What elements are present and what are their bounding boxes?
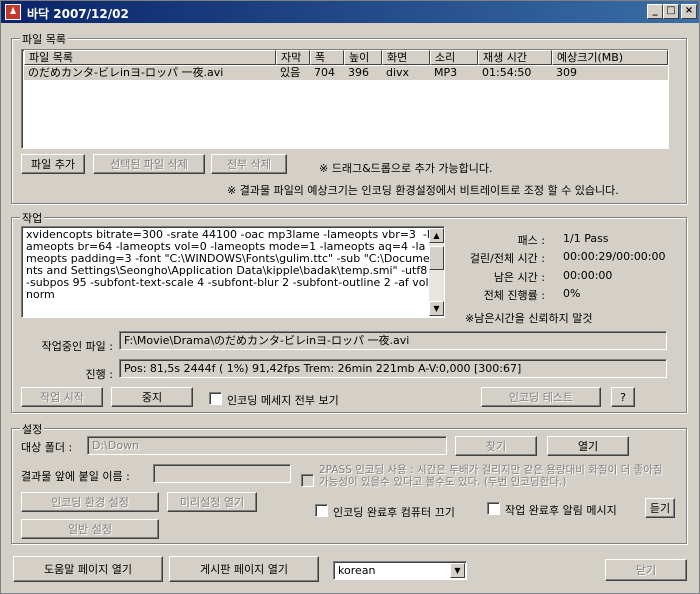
- cell-est-size: 309: [556, 66, 577, 79]
- delete-selected-button[interactable]: 선택된 파일 삭제: [93, 154, 205, 174]
- column-header-width[interactable]: 폭: [310, 50, 344, 65]
- log-scrollbar[interactable]: ▲ ▼: [429, 228, 444, 316]
- cell-width: 704: [314, 66, 335, 79]
- status-field: Pos: 81,5s 2444f ( 1%) 91,42fps Trem: 26…: [119, 359, 667, 378]
- encoding-log-text: xvidencopts bitrate=300 -srate 44100 -oa…: [26, 228, 430, 301]
- prefix-label: 결과물 앞에 붙일 이름 :: [21, 470, 130, 483]
- window-title: 바닥 2007/12/02: [27, 7, 129, 21]
- main-window: ♟ 바닥 2007/12/02 _ □ × 파일 목록 파일 목록 자막 폭 높…: [0, 0, 700, 594]
- cell-video: divx: [386, 66, 410, 79]
- pass-label: 패스 :: [517, 234, 545, 247]
- encoding-log[interactable]: xvidencopts bitrate=300 -srate 44100 -oa…: [21, 226, 445, 318]
- close-window-button[interactable]: ×: [681, 4, 697, 19]
- target-folder-input[interactable]: D:\Down: [87, 436, 447, 455]
- start-job-button[interactable]: 작업 시작: [21, 387, 103, 407]
- remaining-note: ※남은시간을 신뢰하지 말것: [465, 312, 593, 325]
- elapsed-label: 걸린/전체 시간 :: [469, 252, 545, 265]
- pass-value: 1/1 Pass: [563, 232, 609, 245]
- twopass-checkbox[interactable]: [301, 474, 314, 487]
- help-page-button[interactable]: 도움말 페이지 열기: [13, 556, 163, 582]
- close-button[interactable]: 닫기: [605, 559, 687, 581]
- open-folder-button[interactable]: 열기: [547, 436, 629, 456]
- cell-duration: 01:54:50: [482, 66, 532, 79]
- column-header-filename[interactable]: 파일 목록: [24, 50, 276, 65]
- stop-button[interactable]: 중지: [111, 387, 193, 407]
- status-label: 진행 :: [85, 368, 113, 381]
- file-list-view[interactable]: 파일 목록 자막 폭 높이 화면 소리 재생 시간 예상크기(MB) のだめカン…: [21, 49, 669, 149]
- drag-drop-hint: ※ 드래그&드롭으로 추가 가능합니다.: [319, 162, 493, 175]
- chevron-down-icon[interactable]: ▼: [450, 563, 465, 578]
- show-all-messages-checkbox[interactable]: [209, 392, 222, 405]
- scroll-thumb[interactable]: [429, 246, 444, 270]
- cell-height: 396: [348, 66, 369, 79]
- cell-subtitle: 있음: [280, 66, 301, 79]
- total-progress-label: 전체 진행률 :: [483, 289, 545, 302]
- column-header-subtitle[interactable]: 자막: [276, 50, 310, 65]
- column-header-height[interactable]: 높이: [344, 50, 382, 65]
- notify-after-checkbox[interactable]: [487, 502, 500, 515]
- remaining-label: 남은 시간 :: [493, 271, 545, 284]
- scroll-up-icon[interactable]: ▲: [429, 228, 444, 243]
- app-icon[interactable]: ♟: [5, 4, 21, 20]
- current-file-label: 작업중인 파일 :: [41, 340, 113, 353]
- total-progress-value: 0%: [563, 287, 581, 300]
- show-all-messages-label: 인코딩 메세지 전부 보기: [227, 394, 339, 407]
- job-legend: 작업: [20, 210, 45, 226]
- column-header-audio[interactable]: 소리: [430, 50, 478, 65]
- target-folder-value: D:\Down: [92, 439, 140, 452]
- find-folder-button[interactable]: 찾기: [455, 436, 537, 456]
- encoding-settings-button[interactable]: 인코딩 환경 설정: [21, 492, 159, 512]
- column-header-est-size[interactable]: 예상크기(MB): [552, 50, 668, 65]
- encoding-test-button[interactable]: 인코딩 테스트: [481, 387, 601, 407]
- notify-after-label: 작업 완료후 알림 메시지: [505, 504, 617, 517]
- elapsed-value: 00:00:29/00:00:00: [563, 250, 666, 263]
- scroll-down-icon[interactable]: ▼: [429, 301, 444, 316]
- file-list-legend: 파일 목록: [20, 31, 68, 47]
- prefix-input[interactable]: [153, 464, 291, 483]
- column-header-video[interactable]: 화면: [382, 50, 430, 65]
- title-bar[interactable]: ♟ 바닥 2007/12/02 _ □ ×: [1, 1, 699, 23]
- general-settings-button[interactable]: 일반 설정: [21, 519, 159, 539]
- language-select[interactable]: korean ▼: [333, 561, 467, 580]
- twopass-label: 2PASS 인코딩 사용 : 시간은 두배가 걸리지만 같은 용량대비 화질이 …: [319, 464, 663, 488]
- board-page-button[interactable]: 게시판 페이지 열기: [169, 556, 319, 582]
- help-question-button[interactable]: ?: [611, 387, 635, 407]
- target-folder-label: 대상 폴더 :: [21, 441, 73, 454]
- shutdown-after-label: 인코딩 완료후 컴퓨터 끄기: [333, 506, 455, 519]
- current-file-field: F:\Movie\Drama\のだめカンタ-ビレinヨ-ロッパ 一夜.avi: [119, 331, 667, 350]
- remaining-value: 00:00:00: [563, 269, 613, 282]
- settings-legend: 설정: [20, 421, 45, 437]
- cell-audio: MP3: [434, 66, 458, 79]
- add-file-button[interactable]: 파일 추가: [21, 154, 85, 174]
- size-hint: ※ 결과물 파일의 예상크기는 인코딩 환경설정에서 비트레이트로 조정 할 수…: [227, 184, 619, 197]
- column-header-duration[interactable]: 재생 시간: [478, 50, 552, 65]
- delete-all-button[interactable]: 전부 삭제: [211, 154, 287, 174]
- minimize-button[interactable]: _: [647, 4, 663, 19]
- maximize-button[interactable]: □: [663, 4, 679, 19]
- preset-open-button[interactable]: 미리설정 열기: [167, 492, 257, 512]
- table-row[interactable]: のだめカンタ-ビレinヨ-ロッパ 一夜.avi 있음 704 396 divx …: [24, 66, 668, 80]
- cell-filename: のだめカンタ-ビレinヨ-ロッパ 一夜.avi: [28, 66, 224, 79]
- listen-button[interactable]: 듣기: [645, 498, 675, 518]
- shutdown-after-checkbox[interactable]: [315, 504, 328, 517]
- language-select-value: korean: [338, 564, 376, 577]
